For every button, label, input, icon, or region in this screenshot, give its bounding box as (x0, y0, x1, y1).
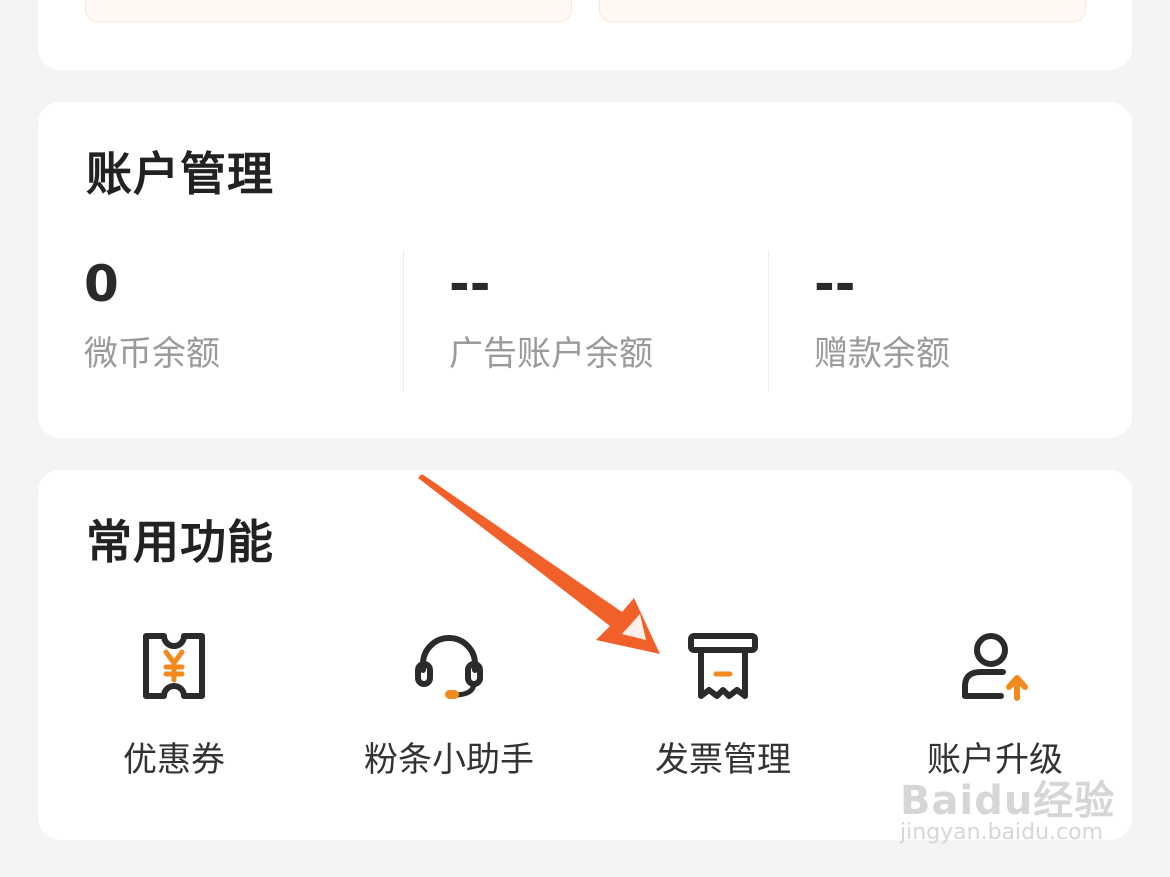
account-title: 账户管理 (86, 147, 274, 201)
stat-value: -- (814, 255, 856, 313)
func-invoice-management[interactable]: 发票管理 (598, 630, 848, 781)
watermark-url: jingyan.baidu.com (900, 820, 1104, 845)
stat-weibi-balance[interactable]: 0 微币余额 (84, 248, 384, 375)
func-account-upgrade[interactable]: 账户升级 (870, 630, 1120, 781)
stat-value: 0 (84, 255, 119, 313)
func-fans-assistant[interactable]: 粉条小助手 (324, 630, 574, 781)
func-coupon[interactable]: 优惠券 (49, 630, 299, 781)
stat-gift-balance[interactable]: -- 赠款余额 (814, 248, 1114, 375)
stat-label: 赠款余额 (814, 334, 950, 374)
functions-title: 常用功能 (86, 515, 274, 569)
coupon-icon (143, 633, 205, 699)
top-card (38, 0, 1132, 70)
stat-label: 广告账户余额 (449, 334, 653, 374)
invoice-icon (688, 633, 758, 699)
stat-ad-account-balance[interactable]: -- 广告账户余额 (449, 248, 749, 375)
func-label: 优惠券 (123, 740, 225, 780)
func-label: 发票管理 (655, 740, 791, 780)
watermark: Baidu经验 jingyan.baidu.com (896, 768, 1116, 858)
top-tile-left[interactable] (85, 0, 572, 22)
account-card: 账户管理 0 微币余额 -- 广告账户余额 -- 赠款余额 (38, 102, 1132, 438)
stat-label: 微币余额 (84, 334, 220, 374)
func-label: 粉条小助手 (364, 740, 534, 780)
stat-value: -- (449, 255, 491, 313)
watermark-brand: Baidu经验 (900, 778, 1116, 824)
user-upgrade-icon (962, 633, 1028, 701)
headset-icon (415, 635, 483, 699)
stat-divider (403, 250, 404, 392)
top-tile-right[interactable] (599, 0, 1086, 22)
stat-divider (768, 250, 769, 392)
